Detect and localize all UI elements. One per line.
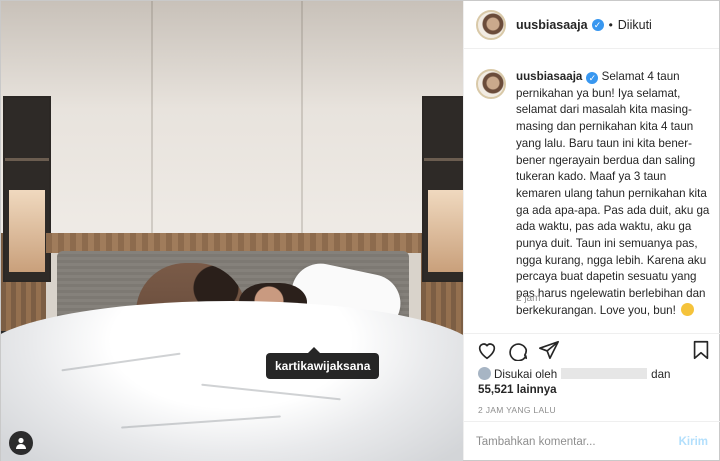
photo-wood-panel [46, 233, 421, 253]
author-username[interactable]: uusbiasaaja [516, 18, 588, 32]
photo-ceiling-line [301, 1, 303, 241]
instagram-post: kartikawijaksana uusbiasaaja ✓ • Diikuti… [0, 0, 720, 461]
action-bar [476, 339, 710, 365]
liked-by-and: dan [651, 368, 671, 381]
post-timestamp[interactable]: 2 JAM YANG LALU [478, 405, 556, 415]
header-separator: • [608, 17, 613, 32]
verified-badge-icon: ✓ [586, 72, 599, 84]
liker-username-redacted[interactable] [561, 368, 648, 379]
share-icon[interactable] [538, 339, 562, 363]
caption-text-block: uusbiasaaja ✓ Selamat 4 taun pernikahan y… [516, 69, 714, 320]
photo-ceiling-line [151, 1, 153, 241]
caption-text: Selamat 4 taun pernikahan ya bun! Iya se… [516, 70, 710, 317]
post-photo[interactable]: kartikawijaksana [1, 1, 463, 461]
photo-user-tag[interactable]: kartikawijaksana [266, 347, 380, 379]
photo-ceiling [1, 1, 463, 241]
likes-count[interactable]: 55,521 lainnya [478, 383, 557, 396]
post-header: uusbiasaaja ✓ • Diikuti [464, 1, 719, 49]
author-avatar[interactable] [476, 9, 506, 40]
kiss-emoji-icon [681, 302, 695, 316]
likes-summary: Disukai oleh dan 55,521 lainnya [478, 367, 708, 397]
photo-lamp-right [422, 96, 463, 282]
actions-divider [464, 333, 720, 334]
bookmark-icon[interactable] [690, 339, 714, 363]
comment-icon[interactable] [507, 339, 531, 363]
user-tag-icon[interactable] [9, 431, 33, 455]
photo-bedsheet [1, 301, 463, 461]
liker-avatar[interactable] [478, 367, 491, 380]
caption-author-avatar[interactable] [476, 69, 506, 99]
send-comment-button[interactable]: Kirim [679, 436, 708, 448]
caption-author-username[interactable]: uusbiasaaja [516, 70, 582, 83]
heart-icon[interactable] [476, 339, 500, 363]
post-side-panel: uusbiasaaja ✓ • Diikuti uusbiasaaja ✓ Sel… [463, 1, 720, 461]
verified-badge-icon: ✓ [591, 18, 604, 31]
add-comment-bar: Kirim [464, 421, 720, 461]
follow-status-button[interactable]: Diikuti [618, 18, 652, 32]
photo-lamp-left [3, 96, 51, 282]
caption-comment: uusbiasaaja ✓ Selamat 4 taun pernikahan y… [476, 69, 714, 320]
liked-by-prefix: Disukai oleh [494, 368, 558, 381]
caption-time: 2 jam [516, 293, 541, 304]
comment-input[interactable] [476, 435, 679, 448]
